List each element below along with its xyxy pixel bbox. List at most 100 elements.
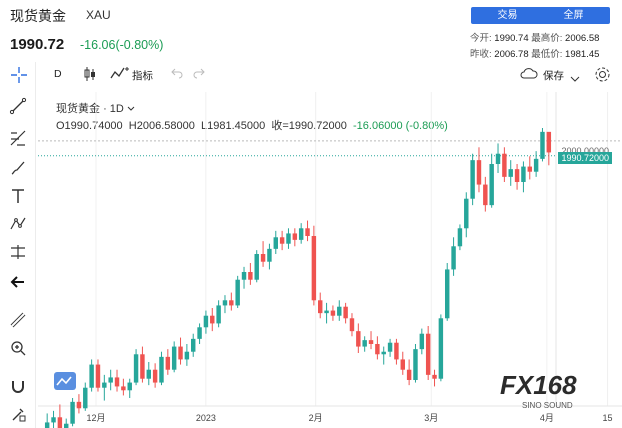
ruler-icon[interactable] [8,310,28,330]
candle-body [114,377,120,387]
candle-body [57,417,63,428]
candle-body [286,233,291,244]
candle-body [44,422,50,428]
candle-body [425,333,431,375]
candle-body [102,382,107,388]
watermark-sub: SINO SOUND [522,401,573,410]
candle-body [406,369,412,380]
quote-row-1: 今开: 1990.74 最高价: 2006.58 [470,30,599,44]
candle-body [197,327,202,339]
chart-page: 现货黄金 XAU 1990.72 -16.06(-0.80%) 交易 全屏 今开… [0,0,622,428]
candle-body [502,153,507,177]
pattern-icon[interactable] [8,214,28,234]
x-tick-label: 2023 [196,413,216,423]
candle-body [64,423,69,428]
candle-body [330,310,336,316]
magnet-icon[interactable] [8,376,28,396]
candle-body [51,417,56,423]
candle-body [89,364,94,388]
candle-body [216,305,221,324]
candle-body [533,158,539,172]
back-arrow-icon[interactable] [8,272,28,292]
brush-icon[interactable] [8,158,28,178]
candle-body [229,300,234,306]
candle-body [235,279,240,306]
candle-body [540,131,545,159]
candle-body [159,356,164,383]
candle-body [260,254,266,262]
candle-body [483,184,488,206]
candle-body [241,272,247,280]
x-tick-label: 12月 [87,413,106,423]
app-logo-icon[interactable] [54,372,76,390]
save-label[interactable]: 保存 [543,68,564,83]
candle-body [210,315,215,324]
candle-body [178,346,183,360]
candle-type-icon[interactable] [83,66,97,87]
candle-body [273,237,278,249]
chevron-down-icon[interactable] [570,70,580,88]
candle-body [387,342,393,352]
quote-row-2: 昨收: 2006.78 最低价: 1981.45 [470,46,599,60]
candle-body [108,377,113,383]
candle-body [165,356,171,370]
candle-body [400,359,405,370]
candle-body [279,237,285,244]
candle-body [527,166,532,172]
fib-retracement-icon[interactable] [8,128,28,148]
candle-body [324,310,329,314]
candle-body [546,131,552,153]
watermark-logo: FX168 SINO SOUND [500,370,610,416]
candle-body [292,233,298,240]
candle-body [152,369,158,383]
candle-body [267,248,272,262]
last-price-tag: 1990.72000 [558,152,612,164]
candle-body [171,346,177,370]
candle-body [368,340,374,344]
x-tick-label: 3月 [424,413,438,423]
trade-button[interactable]: 交易 [471,7,544,24]
text-tool-icon[interactable] [8,186,28,206]
indicators-label[interactable]: 指标 [132,68,153,83]
fullscreen-button[interactable]: 全屏 [537,7,610,24]
candle-body [318,300,323,314]
watermark-brand: FX168 [500,370,577,400]
candle-body [356,331,361,347]
candle-body [489,164,494,206]
candle-body [298,228,304,240]
drawing-toolbar [0,62,36,428]
redo-icon[interactable] [192,66,206,85]
open-label: 今开: [470,33,492,44]
candle-body [184,351,190,360]
candle-body [127,382,132,391]
interval-selector[interactable]: D [54,68,62,80]
indicators-icon[interactable] [110,66,130,87]
candle-body [146,369,151,379]
candle-body [381,351,386,355]
candle-body [95,364,101,388]
candle-body [508,169,513,177]
candle-body [203,315,209,328]
measure-icon[interactable] [8,242,28,262]
instrument-title: 现货黄金 [10,8,66,24]
candle-body [83,387,88,409]
high-value: 2006.58 [565,33,600,44]
candle-body [76,401,82,409]
instrument-symbol: XAU [86,8,111,22]
candle-body [445,269,450,319]
candle-body [311,236,317,301]
lock-draw-icon[interactable] [8,404,28,424]
candle-body [394,342,399,360]
candle-body [133,354,139,383]
open-value: 1990.74 [494,33,529,44]
cloud-icon[interactable] [520,66,538,87]
gear-icon[interactable] [594,66,611,88]
low-value: 1981.45 [565,49,600,60]
undo-icon[interactable] [170,66,184,85]
candle-body [70,401,75,424]
candle-body [464,198,469,229]
trend-line-icon[interactable] [8,96,28,116]
candle-body [343,306,348,319]
zoom-icon[interactable] [8,338,28,358]
candle-body [457,228,463,247]
